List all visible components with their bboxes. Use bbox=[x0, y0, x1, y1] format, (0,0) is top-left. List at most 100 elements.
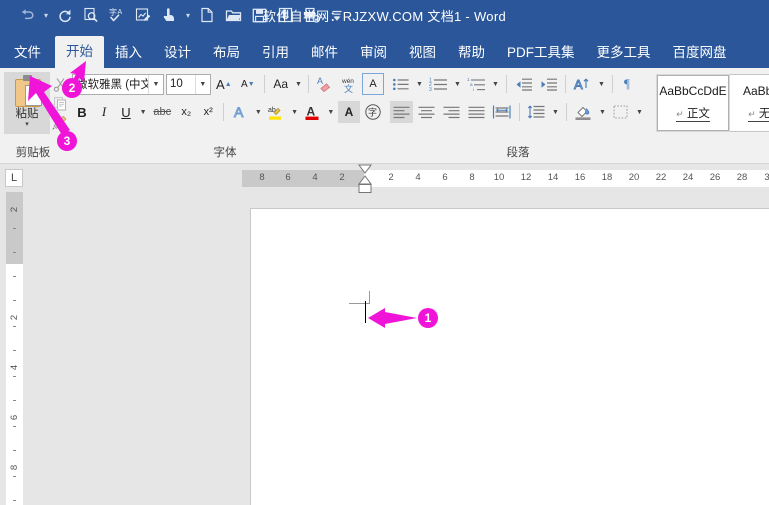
tab-stop-marker[interactable]: L bbox=[5, 169, 23, 187]
edit-chart-icon[interactable] bbox=[130, 3, 156, 27]
change-case-button[interactable]: Aa bbox=[270, 73, 292, 95]
touch-mode-dropdown-icon[interactable]: ▾ bbox=[182, 3, 194, 27]
line-spacing-button[interactable] bbox=[525, 101, 548, 123]
tab-file[interactable]: 文件 bbox=[0, 38, 55, 68]
undo-icon[interactable] bbox=[14, 3, 40, 27]
shrink-font-button[interactable]: A ▼ bbox=[237, 73, 259, 95]
superscript-button[interactable]: x² bbox=[198, 101, 218, 123]
ribbon-tabs[interactable]: 文件 开始 插入 设计 布局 引用 邮件 审阅 视图 帮助 PDF工具集 更多工… bbox=[0, 30, 769, 68]
indent-markers[interactable] bbox=[358, 164, 372, 193]
vertical-ruler[interactable]: 2 2 4 6 8 bbox=[6, 192, 23, 505]
hruler-tick: 4 bbox=[415, 172, 421, 183]
italic-button[interactable]: I bbox=[94, 101, 114, 123]
font-size-input[interactable]: 10 ▼ bbox=[166, 73, 211, 95]
bullets-button[interactable] bbox=[390, 73, 412, 95]
strikethrough-button[interactable]: abc bbox=[150, 101, 174, 123]
svg-text:字: 字 bbox=[109, 7, 117, 17]
new-document-icon[interactable] bbox=[194, 3, 220, 27]
document-caret bbox=[365, 301, 366, 323]
tab-review[interactable]: 审阅 bbox=[349, 38, 398, 68]
sort-button[interactable]: A bbox=[571, 73, 594, 95]
font-size-dropdown-icon[interactable]: ▼ bbox=[194, 74, 210, 94]
paste-button[interactable]: 粘贴 ▾ bbox=[4, 72, 50, 134]
decrease-indent-button[interactable] bbox=[512, 73, 535, 95]
multilevel-list-dropdown-icon[interactable]: ▼ bbox=[490, 73, 501, 95]
spelling-check-icon[interactable]: 字A bbox=[104, 3, 130, 27]
phonetic-guide-button[interactable]: wén 文 bbox=[338, 73, 360, 95]
text-highlight-button[interactable]: ab bbox=[265, 101, 287, 123]
tab-stop-selector[interactable]: L bbox=[0, 164, 28, 192]
show-formatting-marks-button[interactable]: ¶ bbox=[618, 73, 640, 95]
svg-text:A: A bbox=[307, 104, 316, 118]
sort-dropdown-icon[interactable]: ▼ bbox=[596, 73, 607, 95]
borders-dropdown-icon[interactable]: ▼ bbox=[634, 101, 645, 123]
touch-mode-icon[interactable] bbox=[156, 3, 182, 27]
tab-pdf-tools[interactable]: PDF工具集 bbox=[496, 38, 586, 68]
hruler-tick: 24 bbox=[682, 172, 694, 183]
underline-dropdown-icon[interactable]: ▼ bbox=[138, 101, 148, 123]
quick-access-toolbar[interactable]: ▾ 字A ▾ bbox=[0, 3, 350, 27]
borders-button[interactable] bbox=[610, 101, 632, 123]
hruler-tick: 20 bbox=[628, 172, 640, 183]
text-highlight-dropdown-icon[interactable]: ▼ bbox=[289, 101, 299, 123]
undo-dropdown-icon[interactable]: ▾ bbox=[40, 3, 52, 27]
clear-formatting-button[interactable]: A bbox=[314, 73, 336, 95]
grow-font-button[interactable]: A ▲ bbox=[213, 73, 235, 95]
underline-button[interactable]: U bbox=[116, 101, 136, 123]
tab-mailings[interactable]: 邮件 bbox=[300, 38, 349, 68]
increase-indent-button[interactable] bbox=[537, 73, 560, 95]
document-page[interactable] bbox=[250, 208, 769, 505]
character-shading-label: A bbox=[344, 105, 354, 119]
style-normal[interactable]: AaBbCcDdE ↵ 正文 bbox=[656, 74, 730, 132]
align-left-button[interactable] bbox=[390, 101, 413, 123]
styles-gallery[interactable]: AaBbCcDdE ↵ 正文 AaBbCc ↵ 无间 bbox=[656, 74, 769, 132]
customize-qat-icon[interactable] bbox=[324, 3, 350, 27]
numbering-dropdown-icon[interactable]: ▼ bbox=[452, 73, 463, 95]
shading-dropdown-icon[interactable]: ▼ bbox=[597, 101, 608, 123]
print-icon[interactable] bbox=[298, 3, 324, 27]
change-case-dropdown-icon[interactable]: ▼ bbox=[294, 73, 303, 95]
tab-references[interactable]: 引用 bbox=[251, 38, 300, 68]
svg-text:3: 3 bbox=[429, 86, 432, 91]
paste-dropdown-icon[interactable]: ▾ bbox=[25, 121, 29, 129]
align-right-button[interactable] bbox=[440, 101, 463, 123]
font-color-dropdown-icon[interactable]: ▼ bbox=[326, 101, 336, 123]
tab-layout[interactable]: 布局 bbox=[202, 38, 251, 68]
horizontal-ruler[interactable]: 8 6 4 2 2 4 6 8 10 12 14 16 18 20 22 24 … bbox=[28, 164, 769, 193]
bold-button[interactable]: B bbox=[72, 101, 92, 123]
tab-baidu-netdisk[interactable]: 百度网盘 bbox=[662, 38, 738, 68]
print-preview-icon[interactable] bbox=[78, 3, 104, 27]
subscript-button[interactable]: x₂ bbox=[176, 101, 196, 123]
bullets-dropdown-icon[interactable]: ▼ bbox=[414, 73, 425, 95]
redo-icon[interactable] bbox=[52, 3, 78, 27]
tab-home[interactable]: 开始 bbox=[55, 36, 104, 68]
distribute-text-button[interactable] bbox=[490, 101, 514, 123]
enclose-characters-button[interactable]: 字 bbox=[362, 101, 384, 123]
save-icon[interactable] bbox=[246, 3, 272, 27]
character-shading-button[interactable]: A bbox=[338, 101, 360, 123]
shading-button[interactable] bbox=[572, 101, 595, 123]
hruler-tick: 2 bbox=[339, 172, 345, 183]
hruler-tick: 3 bbox=[764, 172, 769, 183]
tab-insert[interactable]: 插入 bbox=[104, 38, 153, 68]
font-color-button[interactable]: A bbox=[302, 101, 324, 123]
work-area: L 8 6 4 2 2 4 6 8 10 12 14 16 18 20 22 2… bbox=[0, 164, 769, 505]
font-name-value: 微软雅黑 (中文 bbox=[76, 79, 148, 91]
style-no-spacing[interactable]: AaBbCc ↵ 无间 bbox=[729, 75, 769, 131]
align-center-button[interactable] bbox=[415, 101, 438, 123]
attachment-icon[interactable] bbox=[272, 3, 298, 27]
font-name-dropdown-icon[interactable]: ▼ bbox=[148, 74, 163, 94]
font-name-input[interactable]: 微软雅黑 (中文 ▼ bbox=[72, 73, 164, 95]
tab-view[interactable]: 视图 bbox=[398, 38, 447, 68]
justify-button[interactable] bbox=[465, 101, 488, 123]
tab-design[interactable]: 设计 bbox=[153, 38, 202, 68]
line-spacing-dropdown-icon[interactable]: ▼ bbox=[550, 101, 561, 123]
text-effects-dropdown-icon[interactable]: ▼ bbox=[253, 101, 263, 123]
tab-help[interactable]: 帮助 bbox=[447, 38, 496, 68]
multilevel-list-button[interactable]: 1ai bbox=[465, 73, 488, 95]
tab-more-tools[interactable]: 更多工具 bbox=[586, 38, 662, 68]
open-folder-icon[interactable] bbox=[220, 3, 246, 27]
numbering-button[interactable]: 123 bbox=[427, 73, 450, 95]
text-effects-button[interactable]: A bbox=[229, 101, 251, 123]
character-border-button[interactable]: A bbox=[362, 73, 384, 95]
